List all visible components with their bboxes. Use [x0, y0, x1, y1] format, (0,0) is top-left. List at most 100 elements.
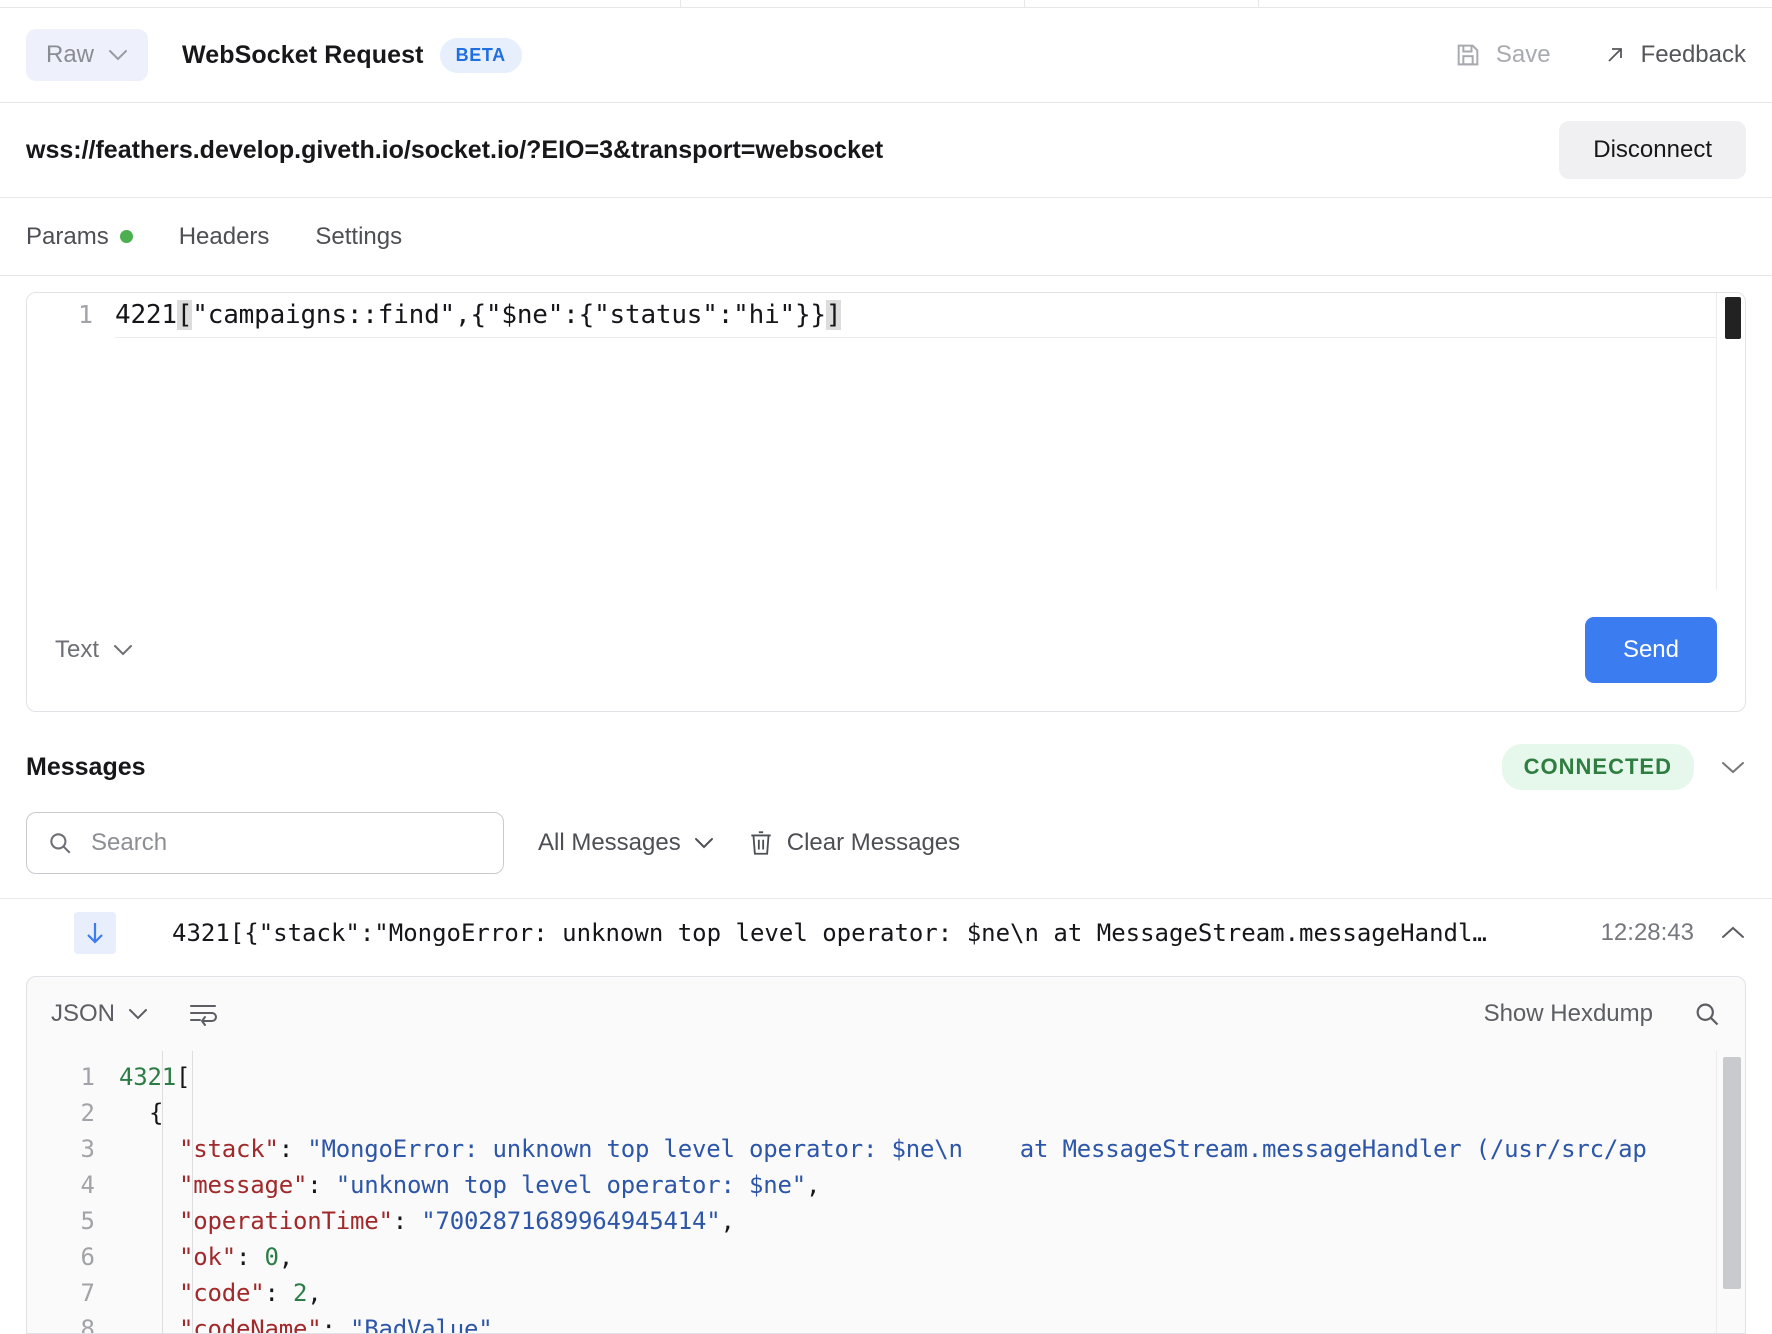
editor-prefix: 4221 [115, 300, 177, 330]
collapse-message-chevron-icon[interactable] [1720, 926, 1746, 940]
message-filter-label: All Messages [538, 829, 681, 856]
json-token: "unknown top level operator: $ne" [335, 1171, 806, 1199]
search-placeholder: Search [91, 829, 168, 856]
json-line-number: 6 [80, 1243, 95, 1271]
json-line-code: "codeName": "BadValue", [119, 1315, 507, 1333]
json-line-code: "operationTime": "7002871689964945414", [119, 1207, 735, 1235]
json-token: , [307, 1279, 322, 1307]
send-button[interactable]: Send [1584, 616, 1717, 683]
editor-line-number: 1 [77, 300, 93, 329]
word-wrap-icon [188, 1001, 218, 1027]
trash-icon [748, 829, 774, 857]
json-token: "operationTime" [179, 1207, 393, 1235]
viewer-format-dropdown[interactable]: JSON [51, 1000, 148, 1028]
json-line-number: 3 [80, 1135, 95, 1163]
show-hexdump-label: Show Hexdump [1483, 1000, 1653, 1027]
payload-format-dropdown[interactable]: Text [55, 636, 133, 664]
viewer-scrollbar-track [1716, 1051, 1717, 1333]
request-tabs: Params Headers Settings [0, 198, 1772, 276]
message-filter-dropdown[interactable]: All Messages [538, 829, 714, 857]
disconnect-button[interactable]: Disconnect [1559, 121, 1746, 179]
editor-close-bracket: ] [825, 300, 842, 330]
json-token: , [278, 1243, 293, 1271]
save-button[interactable]: Save [1454, 41, 1551, 69]
json-line: 5 "operationTime": "7002871689964945414", [27, 1203, 1745, 1239]
collapse-messages-chevron-icon[interactable] [1720, 760, 1746, 774]
tab-headers[interactable]: Headers [179, 223, 270, 251]
json-line-code: "code": 2, [119, 1279, 322, 1307]
json-token: : [236, 1243, 265, 1271]
json-line-code: "ok": 0, [119, 1243, 293, 1271]
json-token: 0 [264, 1243, 279, 1271]
indent-guide [162, 1051, 163, 1333]
websocket-url[interactable]: wss://feathers.develop.giveth.io/socket.… [26, 136, 883, 165]
json-token: [ [176, 1063, 191, 1091]
json-token: : [321, 1315, 350, 1333]
search-input[interactable]: Search [26, 812, 504, 874]
tab-params[interactable]: Params [26, 223, 133, 251]
json-token: 2 [293, 1279, 308, 1307]
json-token: "ok" [179, 1243, 236, 1271]
json-token: "stack" [179, 1135, 279, 1163]
json-token: : [264, 1279, 293, 1307]
toggle-word-wrap-button[interactable] [188, 1001, 218, 1027]
show-hexdump-button[interactable]: Show Hexdump [1484, 1000, 1653, 1028]
feedback-button[interactable]: Feedback [1603, 41, 1746, 69]
viewer-format-label: JSON [51, 1000, 116, 1027]
tab-seam [1024, 0, 1025, 8]
messages-header: Messages CONNECTED [0, 712, 1772, 812]
chevron-down-icon [128, 1008, 148, 1020]
editor-scrollbar-thumb[interactable] [1725, 297, 1741, 339]
page-title: WebSocket Request [182, 40, 424, 69]
editor-line: 1 4221["campaigns::find",{"$ne":{"status… [27, 293, 1745, 337]
save-label: Save [1495, 41, 1551, 68]
json-token: "BadValue" [350, 1315, 493, 1333]
browser-tab-strip [0, 0, 1772, 8]
editor-scrollbar-track [1716, 293, 1717, 590]
editor-code: 4221["campaigns::find",{"$ne":{"status":… [115, 293, 842, 337]
json-line-number: 5 [80, 1207, 95, 1235]
viewer-toolbar: JSON Show Hexdump [27, 977, 1745, 1051]
indent-guide [192, 1051, 193, 1333]
json-line-list: 1 4321[2{3 "stack": "MongoError: unknown t… [27, 1059, 1745, 1333]
json-line-code: 4321[ [119, 1063, 190, 1091]
json-token: 4321 [119, 1063, 176, 1091]
request-header: Raw WebSocket Request BETA Save Feedback [0, 8, 1772, 103]
chevron-down-icon [113, 644, 133, 656]
clear-messages-button[interactable]: Clear Messages [748, 829, 960, 857]
raw-mode-label: Raw [46, 41, 95, 68]
save-icon [1454, 41, 1482, 69]
request-editor-footer: Text Send [27, 588, 1745, 711]
messages-title: Messages [26, 752, 146, 781]
json-line-number: 1 [80, 1063, 95, 1091]
chevron-down-icon [108, 49, 128, 61]
message-row[interactable]: 4321[{"stack":"MongoError: unknown top l… [0, 898, 1772, 966]
request-code-editor[interactable]: 1 4221["campaigns::find",{"$ne":{"status… [27, 293, 1745, 590]
viewer-body[interactable]: 1 4321[2{3 "stack": "MongoError: unknown t… [27, 1051, 1745, 1333]
json-line-code: "message": "unknown top level operator: … [119, 1171, 820, 1199]
status-badge: CONNECTED [1501, 744, 1694, 790]
message-direction-down-icon [74, 911, 116, 954]
json-line-code: "stack": "MongoError: unknown top level … [119, 1135, 1647, 1163]
editor-open-bracket: [ [176, 300, 193, 330]
json-token: : [307, 1171, 336, 1199]
params-indicator-dot [119, 230, 133, 243]
json-line-number: 4 [80, 1171, 95, 1199]
json-line: 7 "code": 2, [27, 1275, 1745, 1311]
viewer-search-button[interactable] [1693, 1000, 1721, 1028]
websocket-request-page: Raw WebSocket Request BETA Save Feedback [0, 0, 1772, 1334]
json-token: "7002871689964945414" [421, 1207, 721, 1235]
viewer-scrollbar-thumb[interactable] [1723, 1057, 1741, 1289]
json-token: , [492, 1315, 507, 1333]
json-line: 6 "ok": 0, [27, 1239, 1745, 1275]
tab-settings-label: Settings [315, 222, 403, 250]
json-line: 8 "codeName": "BadValue", [27, 1311, 1745, 1333]
raw-mode-dropdown[interactable]: Raw [26, 29, 149, 81]
editor-active-line-underline [115, 337, 1717, 338]
json-line-number: 8 [80, 1315, 95, 1333]
tab-settings[interactable]: Settings [315, 223, 402, 251]
json-line: 2{ [27, 1095, 1745, 1131]
external-link-arrow-icon [1603, 43, 1627, 67]
json-token: : [392, 1207, 422, 1235]
beta-badge: BETA [439, 37, 522, 73]
